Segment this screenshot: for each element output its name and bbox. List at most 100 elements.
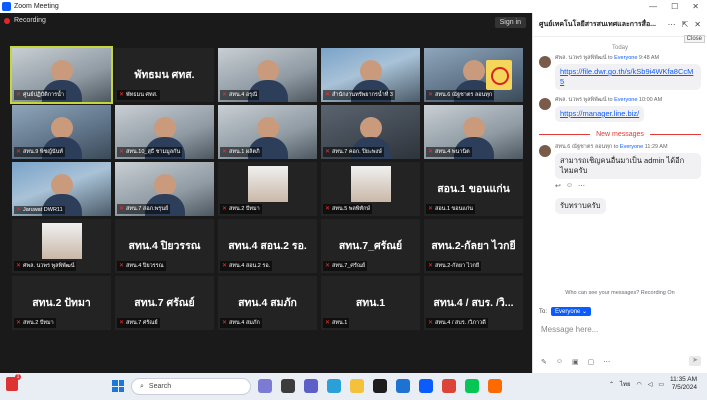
system-tray: ⌃ ไทย ◠ ◁ ▭ 11:35 AM 7/5/2024 — [609, 376, 697, 392]
send-button[interactable]: ➤ — [689, 356, 701, 366]
sign-in-button[interactable]: Sign in — [494, 17, 526, 28]
recipient-select[interactable]: Everyone ⌄ — [551, 307, 592, 316]
chat-title: ศูนย์เทคโนโลยีสารสนเทศและการสื่อ... — [539, 21, 656, 28]
message-meta: ศพล. นวพร พูลพิพัฒน์ to Everyone 9:48 AM — [555, 55, 660, 61]
mail-icon[interactable] — [396, 379, 410, 393]
message-input[interactable]: Message here... — [541, 325, 701, 334]
message-link[interactable]: https://manager.line.biz/ — [560, 109, 639, 118]
reaction-icon[interactable]: ☺ — [566, 182, 573, 190]
more-icon[interactable]: ⋯ — [578, 182, 585, 190]
more-icon[interactable]: ⋯ — [668, 20, 676, 29]
muted-mic-icon: ✕ — [222, 148, 228, 155]
participant-tile[interactable]: พัทธมน ศทส. ✕ พัทธมน ศทส. — [115, 48, 214, 102]
participant-label: ✕ สทน.7 สอภ.พรุนย์ — [117, 204, 171, 214]
participant-avatar — [247, 166, 288, 202]
window-title: Zoom Meeting — [14, 3, 59, 10]
teams-icon[interactable] — [304, 379, 318, 393]
participant-tile[interactable]: สอน.1 ขอนแก่น ✕ สอน.1 ขอนแก่น — [424, 162, 523, 216]
title-bar: Zoom Meeting — ☐ ✕ — [0, 0, 707, 13]
screenshot-icon[interactable]: ▣ — [572, 358, 579, 366]
participant-tile[interactable]: ✕ Jaruwat DWR11 — [12, 162, 111, 216]
close-chat-icon[interactable]: ✕ — [694, 20, 701, 29]
zoom-icon[interactable] — [419, 379, 433, 393]
participant-tile[interactable]: สทน.1 ✕ สทน.1 — [321, 276, 420, 330]
participant-label: ✕ สอน.1 ขอนแก่น — [426, 204, 475, 214]
line-icon[interactable] — [465, 379, 479, 393]
battery-icon[interactable]: ▭ — [658, 381, 664, 388]
reply-icon[interactable]: ↩ — [555, 182, 561, 190]
chat-message: สทน.6 ณัฐชาตร ลอนทุก to Everyone 11:29 A… — [533, 140, 707, 193]
participant-tile[interactable]: สทน.4 ปิยวรรณ ✕ สทน.4 ปิยวรรณ — [115, 219, 214, 273]
participant-label: ✕ สทน.7 คอก. ปิยะพงษ์ — [323, 147, 384, 157]
taskbar: ⌕ Search ⌃ ไทย ◠ ◁ ▭ 11:35 AM 7/5/2024 — [0, 373, 707, 400]
store-icon[interactable] — [373, 379, 387, 393]
wifi-icon[interactable]: ◠ — [636, 381, 641, 388]
chevron-up-icon[interactable]: ⌃ — [609, 381, 614, 388]
message-bubble: https://file.dwr.go.th/s/kSb9i4WKfa8CcM5 — [555, 64, 701, 90]
participant-grid: ✕ ศูนย์ปฏิบัติการน้ำ พัทธมน ศทส. ✕ พัทธมน ศท… — [10, 46, 523, 330]
emoji-icon[interactable]: ☺ — [556, 358, 563, 366]
copilot-icon[interactable] — [258, 379, 272, 393]
participant-tile[interactable]: สทน.4 สอน.2 รอ. ✕ สทน.4 สอน.2 รอ. — [218, 219, 317, 273]
participant-tile[interactable]: ✕ ศูนย์ปฏิบัติการน้ำ — [10, 46, 113, 104]
participant-video — [50, 174, 73, 196]
taskbar-apps — [258, 379, 502, 393]
minimize-icon[interactable]: — — [649, 2, 657, 11]
participant-tile[interactable]: สทน.2-กัลยา ไวกยี ✕ สทน.2-กัลยา ไวกยี — [424, 219, 523, 273]
participant-label: ✕ สทน.6 ณัฐชาตร ลอนทุก — [426, 90, 495, 100]
widgets-icon[interactable] — [6, 374, 21, 391]
participant-tile[interactable]: ✕ สทน.10_สุธี ชามมูลกัน — [115, 105, 214, 159]
participant-tile[interactable]: ✕ สทน.6 ณัฐชาตร ลอนทุก — [424, 48, 523, 102]
language-indicator[interactable]: ไทย — [620, 379, 631, 389]
start-icon[interactable] — [112, 380, 124, 392]
participant-tile[interactable]: สทน.7_ศรัณย์ ✕ สทน.7_ศรัณย์ — [321, 219, 420, 273]
participant-name-display: สทน.1 — [355, 297, 386, 309]
participant-avatar — [350, 166, 391, 202]
file-explorer-icon[interactable] — [350, 379, 364, 393]
participant-tile[interactable]: สทน.4 / สบร. /วิ... ✕ สทน.4 / สบร. /วิภาวด… — [424, 276, 523, 330]
message-bubble: รับทราบครับ — [555, 198, 606, 214]
participant-name-display: สทน.4 ปิยวรรณ — [128, 240, 201, 252]
participant-tile[interactable]: ✕ สทน.7 คอก. ปิยะพงษ์ — [321, 105, 420, 159]
taskbar-search[interactable]: ⌕ Search — [131, 378, 251, 395]
clock[interactable]: 11:35 AM 7/5/2024 — [670, 376, 697, 392]
participant-video — [256, 60, 279, 82]
format-icon[interactable]: ✎ — [541, 358, 547, 366]
chrome-icon[interactable] — [442, 379, 456, 393]
participant-tile[interactable]: ✕ สทน.9 พิชญ์นันท์ — [12, 105, 111, 159]
recipient-row: To: Everyone ⌄ — [539, 307, 592, 316]
more-tools-icon[interactable]: ⋯ — [603, 358, 610, 366]
privacy-notice[interactable]: Who can see your messages? Recording On — [533, 290, 707, 296]
edge-icon[interactable] — [327, 379, 341, 393]
file-icon[interactable]: ▢ — [588, 358, 595, 366]
message-bubble: สามารถเชิญคนอื่นมาเป็น admin ได้อีกไหมคร… — [555, 153, 701, 179]
participant-tile[interactable]: ✕ ศพล. นวพร พูลพิพัฒน์ — [12, 219, 111, 273]
participant-tile[interactable]: สทน.7 ศรัณย์ ✕ สทน.7 ศรัณย์ — [115, 276, 214, 330]
participant-name-display: สทน.4 สอน.2 รอ. — [228, 240, 307, 252]
participant-tile[interactable]: ✕ สทน.4 อรุณี — [218, 48, 317, 102]
maximize-icon[interactable]: ☐ — [671, 2, 678, 11]
popout-icon[interactable]: ⇱ — [682, 20, 689, 29]
message-meta: สทน.6 ณัฐชาตร ลอนทุก to Everyone 11:29 A… — [555, 144, 668, 150]
participant-tile[interactable]: ✕ สทน.5 พลพิทักษ์ — [321, 162, 420, 216]
participant-tile[interactable]: ✕ สทน.1 ผลิตภิ — [218, 105, 317, 159]
participant-name-display: สทน.4 สมภัก — [238, 297, 297, 309]
message-link[interactable]: https://file.dwr.go.th/s/kSb9i4WKfa8CcM5 — [560, 67, 693, 86]
participant-tile[interactable]: สทน.2 ปัทมา ✕ สทน.2 ปัทมา — [12, 276, 111, 330]
recording-indicator[interactable]: Recording — [4, 17, 46, 24]
participant-tile[interactable]: ✕ สทน.2 ปัทมา — [218, 162, 317, 216]
participant-tile[interactable]: ✕ สำนักงานทรัพยากรน้ำที่ 3 — [321, 48, 420, 102]
participant-tile[interactable]: ✕ สทน.7 สอภ.พรุนย์ — [115, 162, 214, 216]
close-window-icon[interactable]: ✕ — [692, 2, 699, 11]
volume-icon[interactable]: ◁ — [648, 381, 653, 388]
task-view-icon[interactable] — [281, 379, 295, 393]
muted-mic-icon: ✕ — [222, 262, 228, 269]
muted-mic-icon: ✕ — [325, 205, 331, 212]
participant-avatar — [41, 223, 82, 259]
participant-label: ✕ สทน.4 ปิยวรรณ — [117, 261, 166, 271]
participant-label: ✕ สำนักงานทรัพยากรน้ำที่ 3 — [323, 90, 395, 100]
participant-label: ✕ สทน.4 สมภัก — [220, 318, 262, 328]
app-icon[interactable] — [488, 379, 502, 393]
participant-tile[interactable]: สทน.4 สมภัก ✕ สทน.4 สมภัก — [218, 276, 317, 330]
participant-tile[interactable]: ✕ สทน.4 พนานิต — [424, 105, 523, 159]
